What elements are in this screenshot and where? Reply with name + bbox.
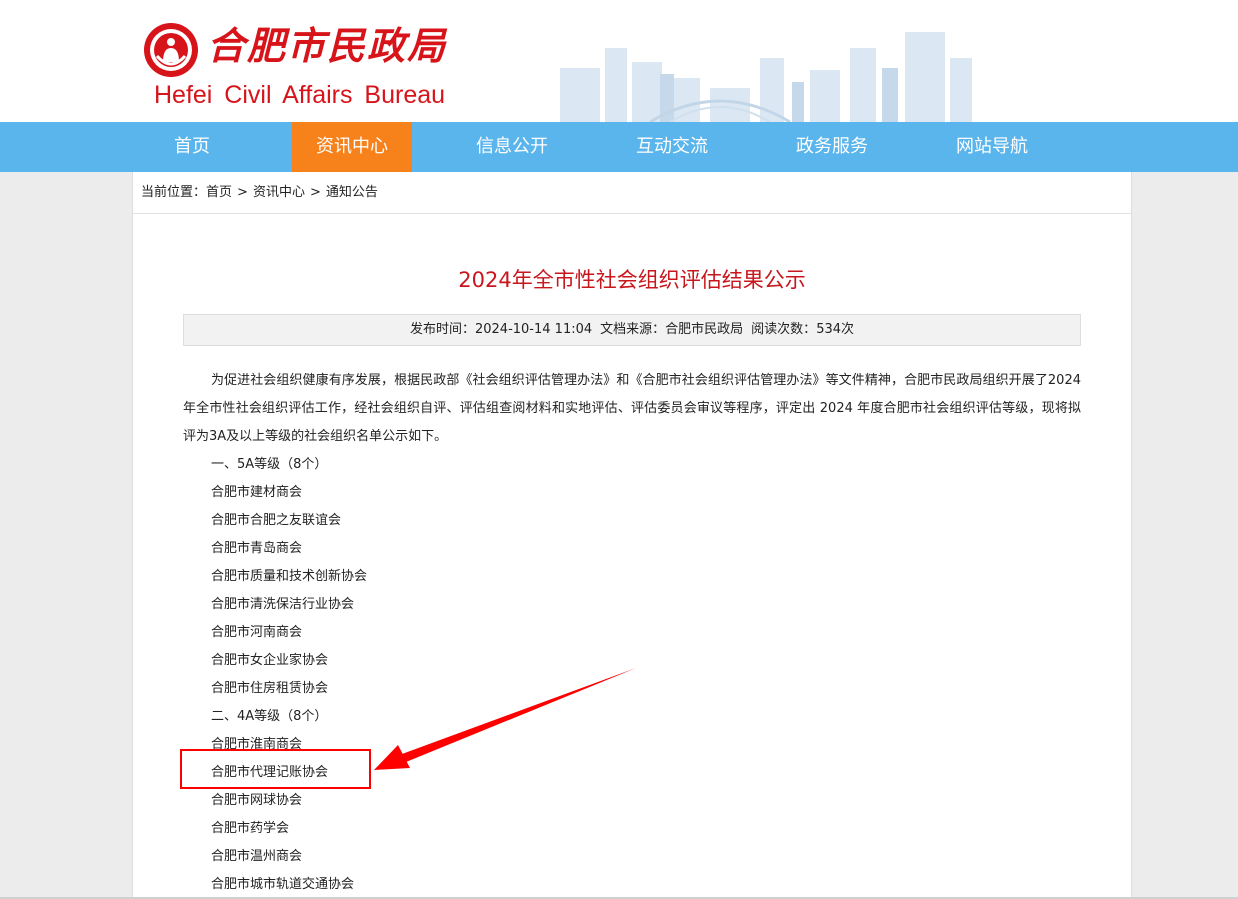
views-count: 534次 [816, 322, 855, 337]
article-meta: 发布时间：2024-10-14 11:04 文档来源：合肥市民政局 阅读次数：534… [183, 314, 1081, 346]
site-header: 合肥市民政局 Hefei Civil Affairs Bureau [0, 0, 1238, 122]
content-panel: 当前位置：首页 > 资讯中心 > 通知公告 2024年全市性社会组织评估结果公示 发布时… [132, 172, 1132, 899]
list-item: 合肥市河南商会 [211, 625, 303, 640]
brand-name-cn: 合肥市民政局 [207, 23, 448, 68]
breadcrumb: 当前位置：首页 > 资讯中心 > 通知公告 [133, 172, 1131, 214]
city-skyline-image [560, 32, 972, 122]
article-title: 2024年全市性社会组织评估结果公示 [458, 268, 806, 292]
list-item: 合肥市温州商会 [211, 849, 303, 864]
list-item: 合肥市清洗保洁行业协会 [211, 597, 355, 612]
list-item: 合肥市合肥之友联谊会 [211, 513, 342, 528]
nav-item-site-map[interactable]: 网站导航 [932, 122, 1052, 172]
list-item: 合肥市网球协会 [211, 793, 303, 808]
breadcrumb-news-center[interactable]: 资讯中心 [253, 172, 305, 214]
breadcrumb-home[interactable]: 首页 [206, 172, 232, 214]
breadcrumb-separator: > [309, 185, 321, 200]
list-item: 合肥市药学会 [211, 821, 290, 836]
published-label: 发布时间： [409, 322, 475, 337]
list-item: 合肥市质量和技术创新协会 [211, 569, 368, 584]
breadcrumb-prefix: 当前位置： [141, 185, 207, 200]
nav-item-news-center[interactable]: 资讯中心 [292, 122, 412, 172]
published-time: 2024-10-14 11:04 [474, 322, 593, 337]
annotation-arrow-icon [374, 668, 636, 770]
source-value: 合肥市民政局 [665, 322, 744, 337]
breadcrumb-separator: > [237, 185, 248, 200]
list-item: 合肥市城市轨道交通协会 [211, 877, 355, 892]
brand-name-en: Hefei Civil Affairs Bureau [154, 81, 446, 109]
article-intro: 为促进社会组织健康有序发展，根据民政部《社会组织评估管理办法》和《合肥市社会组织… [183, 373, 1081, 444]
breadcrumb-notices[interactable]: 通知公告 [326, 172, 378, 214]
bureau-emblem-icon [144, 23, 198, 77]
list-item: 合肥市建材商会 [211, 485, 303, 500]
nav-item-interaction[interactable]: 互动交流 [612, 122, 732, 172]
source-label: 文档来源： [600, 322, 666, 337]
nav-item-info-disclosure[interactable]: 信息公开 [452, 122, 572, 172]
main-nav: 首页 资讯中心 信息公开 互动交流 政务服务 网站导航 [0, 122, 1238, 172]
highlight-box [180, 749, 371, 789]
nav-item-gov-services[interactable]: 政务服务 [772, 122, 892, 172]
views-label: 阅读次数： [751, 322, 817, 337]
list-heading: 一、5A等级（8个） [211, 457, 328, 472]
list-item: 合肥市青岛商会 [211, 541, 303, 556]
nav-item-home[interactable]: 首页 [132, 122, 252, 172]
